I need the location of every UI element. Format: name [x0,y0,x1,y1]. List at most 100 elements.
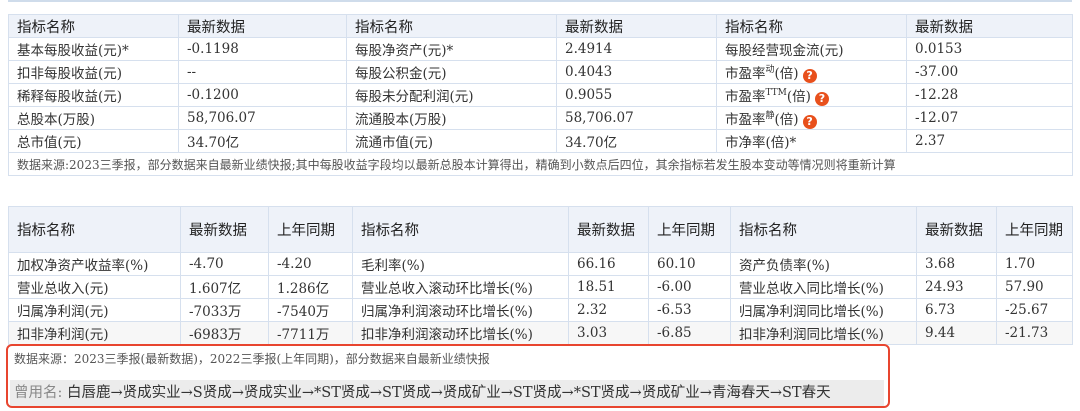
col-header: 最新数据 [178,14,347,38]
metric-name: 归属净利润滚动环比增长(%) [352,298,569,322]
pe-suffix: (倍) [774,65,799,82]
table-row: 归属净利润(元) -7033万 -7540万 归属净利润滚动环比增长(%) 2.… [8,298,1073,322]
metric-name: 流通市值(元) [346,129,557,153]
highlight-box [6,344,890,408]
metric-label: 市盈率 [725,65,766,82]
metric-prev-value: -6.85 [648,321,731,345]
metric-value: 18.51 [568,275,649,299]
metric-prev-value: 57.90 [996,275,1073,299]
metric-value: 3.03 [568,321,649,345]
col-header: 指标名称 [352,206,569,253]
metric-name-pe-dynamic: 市盈率动(倍)? [716,60,907,84]
metric-name: 资产负债率(%) [730,252,917,276]
pe-suffix: (倍) [774,111,799,128]
metric-value: -6983万 [180,321,269,345]
per-share-indicators-table: 指标名称 最新数据 指标名称 最新数据 指标名称 最新数据 基本每股收益(元)*… [8,14,1073,176]
table-row: 加权净资产收益率(%) -4.70 -4.20 毛利率(%) 66.16 60.… [8,252,1073,276]
metric-name: 扣非净利润(元) [8,321,181,345]
col-header: 最新数据 [568,206,649,253]
metric-name: 扣非净利润滚动环比增长(%) [352,321,569,345]
metric-value: 0.9055 [556,83,717,107]
metric-name-pe-static: 市盈率静(倍)? [716,106,907,130]
col-header: 上年同期 [268,206,353,253]
table1-note-row: 数据来源:2023三季报，部分数据来自最新业绩快报;其中每股收益字段均以最新总股… [8,152,1073,176]
metric-value: -0.1200 [178,83,347,107]
metric-label: 市盈率 [725,111,766,128]
pe-superscript: 静 [765,110,775,121]
help-icon[interactable]: ? [802,68,817,83]
metric-name: 稀释每股收益(元) [8,83,179,107]
col-header: 上年同期 [996,206,1073,253]
metric-value: 3.68 [916,252,997,276]
metric-value: 0.0153 [906,37,1073,61]
metric-value: -0.1198 [178,37,347,61]
metric-value: 6.73 [916,298,997,322]
table1-header-row: 指标名称 最新数据 指标名称 最新数据 指标名称 最新数据 [8,14,1073,38]
metric-value: -- [178,60,347,84]
metric-name: 每股净资产(元)* [346,37,557,61]
metric-prev-value: -6.53 [648,298,731,322]
metric-value: 66.16 [568,252,649,276]
metric-value: 2.37 [906,129,1073,153]
metric-value: -12.07 [906,106,1073,130]
help-icon[interactable]: ? [802,114,817,129]
pe-superscript: 动 [765,64,775,75]
metric-prev-value: 1.286亿 [268,275,353,299]
col-header: 指标名称 [8,206,181,253]
col-header: 指标名称 [716,14,907,38]
metric-value: -7033万 [180,298,269,322]
metric-prev-value: -25.67 [996,298,1073,322]
table-row: 稀释每股收益(元) -0.1200 每股未分配利润(元) 0.9055 市盈率T… [8,83,1073,107]
col-header: 指标名称 [8,14,179,38]
metric-name: 每股公积金(元) [346,60,557,84]
table-row: 总股本(万股) 58,706.07 流通股本(万股) 58,706.07 市盈率… [8,106,1073,130]
col-header: 最新数据 [916,206,997,253]
metric-name: 营业总收入(元) [8,275,181,299]
top-rule [8,0,1072,2]
data-source-note: 数据来源:2023三季报，部分数据来自最新业绩快报;其中每股收益字段均以最新总股… [8,152,1073,176]
metric-name: 归属净利润(元) [8,298,181,322]
metric-value: -4.70 [180,252,269,276]
metric-value: 2.32 [568,298,649,322]
metric-name: 归属净利润同比增长(%) [730,298,917,322]
col-header: 最新数据 [556,14,717,38]
metric-name: 总市值(元) [8,129,179,153]
table-row: 基本每股收益(元)* -0.1198 每股净资产(元)* 2.4914 每股经营… [8,37,1073,61]
metric-name: 市净率(倍)* [716,129,907,153]
table2-header-row: 指标名称 最新数据 上年同期 指标名称 最新数据 上年同期 指标名称 最新数据 … [8,206,1073,253]
metric-prev-value: -4.20 [268,252,353,276]
table-row: 营业总收入(元) 1.607亿 1.286亿 营业总收入滚动环比增长(%) 18… [8,275,1073,299]
col-header: 最新数据 [906,14,1073,38]
metric-value: -37.00 [906,60,1073,84]
metric-value: 9.44 [916,321,997,345]
col-header: 指标名称 [730,206,917,253]
pe-superscript: TTM [765,87,787,98]
metric-value: 58,706.07 [556,106,717,130]
metric-prev-value: 60.10 [648,252,731,276]
financial-indicators-table: 指标名称 最新数据 上年同期 指标名称 最新数据 上年同期 指标名称 最新数据 … [8,206,1073,345]
metric-name: 营业总收入同比增长(%) [730,275,917,299]
metric-name: 每股经营现金流(元) [716,37,907,61]
col-header: 最新数据 [180,206,269,253]
col-header: 指标名称 [346,14,557,38]
metric-name-pe-ttm: 市盈率TTM(倍)? [716,83,907,107]
metric-value: -12.28 [906,83,1073,107]
metric-name: 毛利率(%) [352,252,569,276]
metric-name: 加权净资产收益率(%) [8,252,181,276]
metric-name: 营业总收入滚动环比增长(%) [352,275,569,299]
metric-value: 58,706.07 [178,106,347,130]
help-icon[interactable]: ? [814,91,829,106]
metric-name: 扣非净利润同比增长(%) [730,321,917,345]
metric-prev-value: 1.70 [996,252,1073,276]
table-row: 扣非每股收益(元) -- 每股公积金(元) 0.4043 市盈率动(倍)? -3… [8,60,1073,84]
metric-value: 34.70亿 [178,129,347,153]
metric-prev-value: -21.73 [996,321,1073,345]
metric-value: 0.4043 [556,60,717,84]
metric-value: 2.4914 [556,37,717,61]
metric-prev-value: -6.00 [648,275,731,299]
metric-name: 扣非每股收益(元) [8,60,179,84]
metric-value: 24.93 [916,275,997,299]
table-row: 扣非净利润(元) -6983万 -7711万 扣非净利润滚动环比增长(%) 3.… [8,321,1073,345]
metric-value: 1.607亿 [180,275,269,299]
pe-suffix: (倍) [786,88,811,105]
